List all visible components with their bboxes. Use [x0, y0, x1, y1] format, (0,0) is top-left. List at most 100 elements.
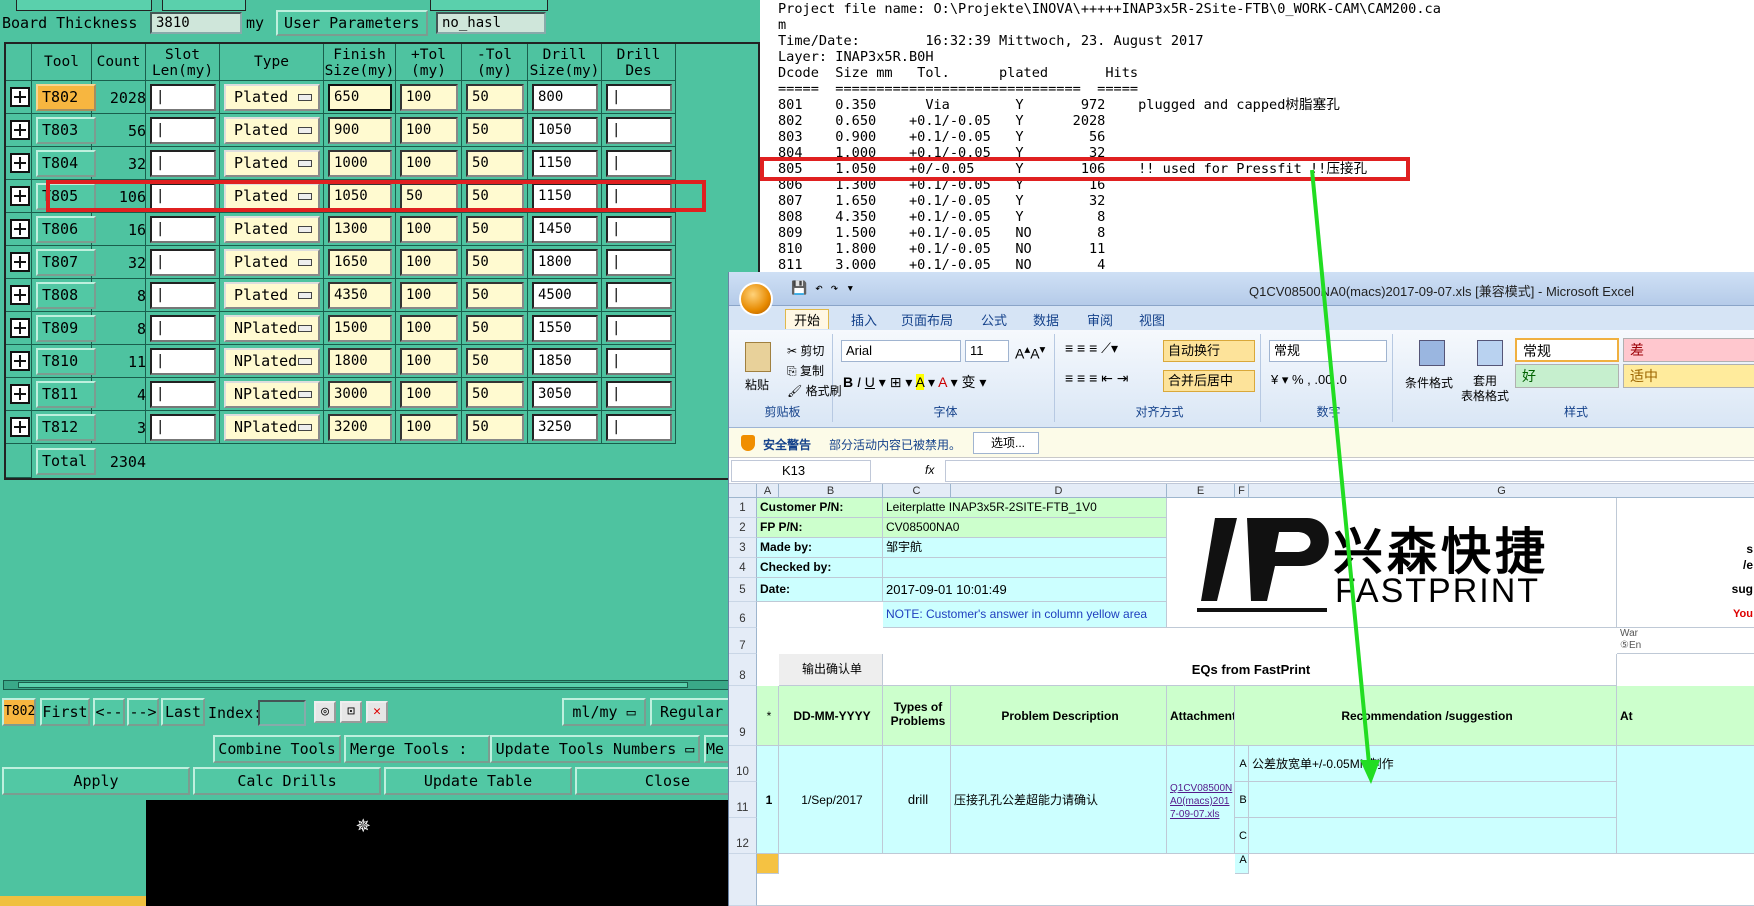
tool-button[interactable]: T802 [36, 84, 96, 111]
tool-shape-icon[interactable] [10, 186, 30, 206]
slot-length-input[interactable]: | [150, 150, 216, 177]
row-header[interactable]: 5 [729, 578, 757, 602]
copy-button[interactable]: ⎘ 复制 [787, 362, 824, 379]
select-icon[interactable]: ⊡ [340, 701, 362, 723]
drill-des-input[interactable]: | [606, 414, 672, 441]
drill-size-input[interactable]: 1800 [532, 249, 598, 276]
tab-home[interactable]: 开始 [785, 309, 830, 329]
fp-pn-value[interactable]: CV08500NA0 [883, 518, 1167, 538]
plus-tol-input[interactable]: 100 [400, 249, 458, 276]
col-F[interactable]: F [1235, 484, 1249, 498]
number-format-select[interactable]: 常规 [1269, 340, 1387, 362]
finish-size-input[interactable]: 1800 [328, 348, 392, 375]
col-G[interactable]: G [1249, 484, 1754, 498]
type-select[interactable]: Plated [224, 150, 320, 177]
top-button-stub[interactable] [16, 0, 152, 11]
slot-length-input[interactable]: | [150, 315, 216, 342]
type-select[interactable]: NPlated [224, 414, 320, 441]
row-header[interactable]: 9 [729, 686, 757, 746]
prev-button[interactable]: <-- [93, 698, 125, 726]
drill-des-input[interactable]: | [606, 117, 672, 144]
tool-button[interactable]: T804 [36, 150, 96, 177]
zoom-icon[interactable]: ◎ [314, 701, 336, 723]
style-good[interactable]: 好 [1515, 364, 1619, 388]
date-value[interactable]: 2017-09-01 10:01:49 [883, 578, 1167, 602]
minus-tol-input[interactable]: 50 [466, 150, 524, 177]
row-number[interactable]: 1 [757, 746, 779, 854]
drill-des-input[interactable]: | [606, 249, 672, 276]
row-header[interactable]: 8 [729, 654, 757, 686]
finish-size-input[interactable]: 3200 [328, 414, 392, 441]
apply-button[interactable]: Apply [2, 767, 190, 795]
drill-size-input[interactable]: 800 [532, 84, 598, 111]
minus-tol-input[interactable]: 50 [466, 381, 524, 408]
row-header[interactable]: 11 [729, 782, 757, 818]
finish-size-input[interactable]: 4350 [328, 282, 392, 309]
slot-length-input[interactable]: | [150, 348, 216, 375]
type-select[interactable]: Plated [224, 84, 320, 111]
table-format-icon[interactable] [1477, 340, 1503, 366]
drill-size-input[interactable]: 1850 [532, 348, 598, 375]
drill-size-input[interactable]: 3050 [532, 381, 598, 408]
plus-tol-input[interactable]: 100 [400, 282, 458, 309]
office-button-icon[interactable] [739, 282, 773, 316]
type-select[interactable]: NPlated [224, 381, 320, 408]
type-select[interactable]: NPlated [224, 348, 320, 375]
minus-tol-input[interactable]: 50 [466, 414, 524, 441]
row-header[interactable] [729, 854, 757, 906]
type-select[interactable]: Plated [224, 249, 320, 276]
plus-tol-input[interactable]: 100 [400, 150, 458, 177]
row-header[interactable]: 4 [729, 558, 757, 578]
tab-view[interactable]: 视图 [1139, 310, 1165, 329]
row-description[interactable]: 压接孔孔公差超能力请确认 [951, 746, 1167, 854]
minus-tol-input[interactable]: 50 [466, 315, 524, 342]
tool-shape-icon[interactable] [10, 318, 30, 338]
row-header[interactable]: 2 [729, 518, 757, 538]
type-select[interactable]: Plated [224, 282, 320, 309]
tool-shape-icon[interactable] [10, 252, 30, 272]
style-normal[interactable]: 常规 [1515, 338, 1619, 362]
tool-button[interactable]: T803 [36, 117, 96, 144]
drill-des-input[interactable]: | [606, 381, 672, 408]
drill-des-input[interactable]: | [606, 150, 672, 177]
row-more[interactable] [1617, 746, 1754, 854]
drill-des-input[interactable]: | [606, 315, 672, 342]
row-date[interactable]: 1/Sep/2017 [779, 746, 883, 854]
recommendation-b[interactable] [1249, 782, 1617, 818]
tool-shape-icon[interactable] [10, 351, 30, 371]
output-confirm-cell[interactable]: 输出确认单 [779, 654, 883, 686]
plus-tol-input[interactable]: 100 [400, 348, 458, 375]
tool-row[interactable]: T806 16 | Plated 1300 100 50 1450 | [6, 213, 762, 246]
drill-size-input[interactable]: 1050 [532, 117, 598, 144]
minus-tol-input[interactable]: 50 [466, 348, 524, 375]
minus-tol-input[interactable]: 50 [466, 282, 524, 309]
tool-shape-icon[interactable] [10, 120, 30, 140]
font-format-icons[interactable]: B I U ▾ ⊞ ▾ A ▾ A ▾ 变 ▾ [843, 372, 986, 392]
tool-shape-icon[interactable] [10, 285, 30, 305]
plus-tol-input[interactable]: 100 [400, 381, 458, 408]
units-select[interactable]: ml/my ▭ [562, 698, 646, 726]
row-header[interactable]: 3 [729, 538, 757, 558]
slot-length-input[interactable]: | [150, 381, 216, 408]
top-button-stub[interactable] [430, 0, 548, 11]
row-header[interactable]: 6 [729, 602, 757, 628]
minus-tol-input[interactable]: 50 [466, 117, 524, 144]
align-icons-bottom[interactable]: ≡ ≡ ≡ ⇤ ⇥ [1065, 370, 1129, 387]
tool-shape-icon[interactable] [10, 384, 30, 404]
finish-size-input[interactable]: 1000 [328, 150, 392, 177]
top-button-stub[interactable] [162, 0, 246, 11]
finish-size-input[interactable]: 1500 [328, 315, 392, 342]
tab-insert[interactable]: 插入 [851, 310, 877, 329]
plus-tol-input[interactable]: 100 [400, 414, 458, 441]
row-header[interactable]: 7 [729, 628, 757, 654]
recommendation-c[interactable] [1249, 818, 1617, 854]
tool-row[interactable]: T810 11 | NPlated 1800 100 50 1850 | [6, 345, 762, 378]
first-button[interactable]: First [40, 698, 90, 726]
cut-button[interactable]: ✂ 剪切 [787, 342, 824, 359]
delete-icon[interactable]: ✕ [366, 701, 388, 723]
finish-size-input[interactable]: 650 [328, 84, 392, 111]
name-box[interactable]: K13 [731, 460, 871, 482]
update-tools-numbers-select[interactable]: Update Tools Numbers ▭ [490, 735, 700, 763]
merge-center-button[interactable]: 合并后居中 [1163, 370, 1255, 392]
font-name-select[interactable]: Arial [841, 340, 961, 362]
